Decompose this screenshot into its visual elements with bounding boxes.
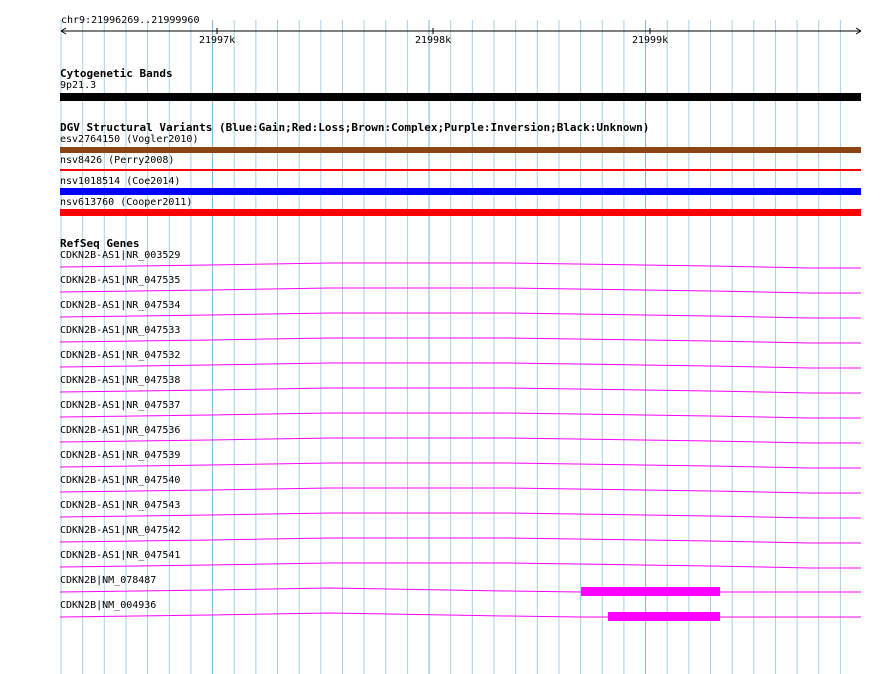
transcript-label: CDKN2B-AS1|NR_047538: [60, 375, 181, 386]
transcript-line[interactable]: [59, 587, 861, 593]
transcript-line[interactable]: [59, 612, 861, 618]
transcript-line[interactable]: [59, 362, 861, 369]
transcript-label: CDKN2B-AS1|NR_047541: [60, 550, 181, 561]
transcript-label: CDKN2B|NM_004936: [60, 600, 157, 611]
transcript-line[interactable]: [59, 562, 861, 569]
transcript-line[interactable]: [59, 487, 861, 494]
exon-block[interactable]: [608, 612, 720, 621]
transcript-label: CDKN2B-AS1|NR_047536: [60, 425, 181, 436]
refseq-track: [59, 262, 861, 621]
transcript-label: CDKN2B-AS1|NR_003529: [60, 250, 181, 261]
transcript-label: CDKN2B|NM_078487: [60, 575, 157, 586]
transcript-line[interactable]: [59, 537, 861, 544]
transcript-line[interactable]: [59, 462, 861, 469]
transcript-label: CDKN2B-AS1|NR_047539: [60, 450, 181, 461]
transcript-label: CDKN2B-AS1|NR_047540: [60, 475, 181, 486]
transcript-line[interactable]: [59, 337, 861, 344]
transcript-label: CDKN2B-AS1|NR_047543: [60, 500, 181, 511]
transcript-line[interactable]: [59, 512, 861, 519]
transcript-label: CDKN2B-AS1|NR_047534: [60, 300, 181, 311]
transcript-line[interactable]: [59, 412, 861, 419]
exon-block[interactable]: [581, 587, 720, 596]
transcript-label: CDKN2B-AS1|NR_047537: [60, 400, 181, 411]
transcript-label: CDKN2B-AS1|NR_047533: [60, 325, 181, 336]
transcript-line[interactable]: [59, 312, 861, 319]
transcript-line[interactable]: [59, 262, 861, 269]
transcript-label: CDKN2B-AS1|NR_047535: [60, 275, 181, 286]
transcript-line[interactable]: [59, 437, 861, 444]
transcript-label: CDKN2B-AS1|NR_047532: [60, 350, 181, 361]
transcript-line[interactable]: [59, 287, 861, 294]
transcript-label: CDKN2B-AS1|NR_047542: [60, 525, 181, 536]
transcript-line[interactable]: [59, 387, 861, 394]
